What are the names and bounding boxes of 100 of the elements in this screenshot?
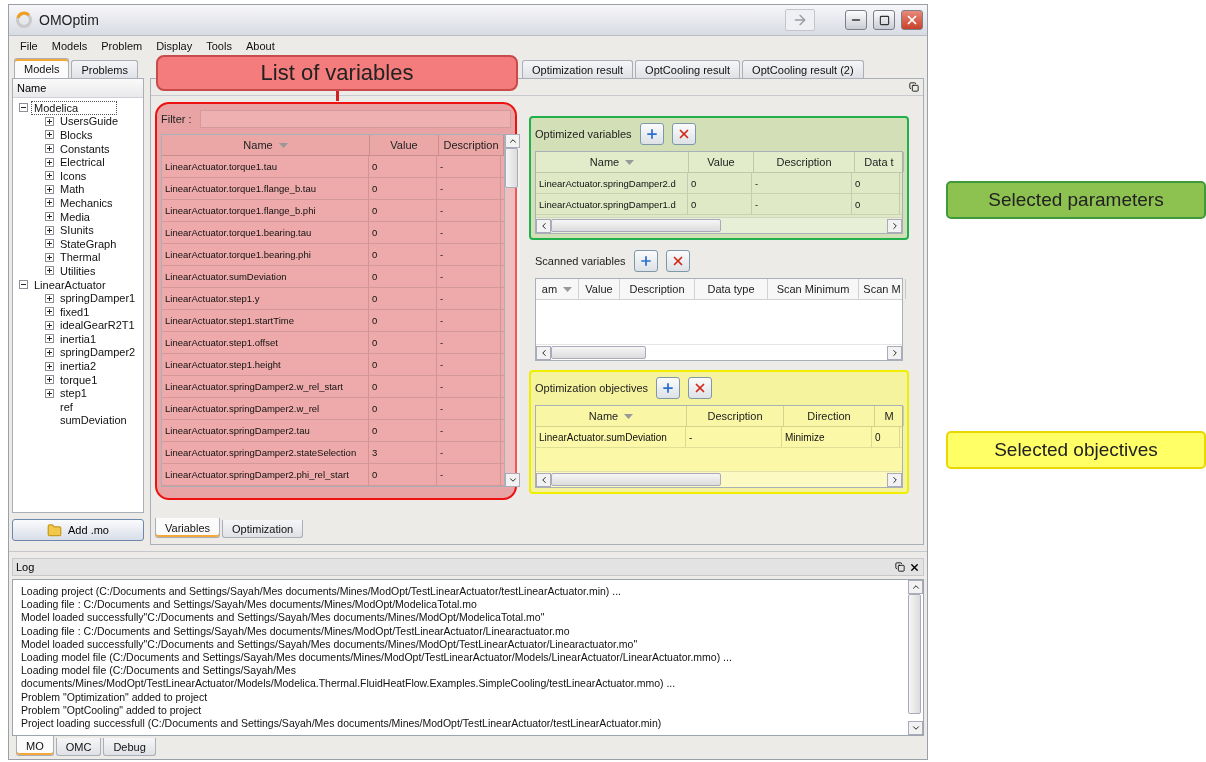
column-header[interactable]: Description — [687, 406, 784, 426]
tree-item[interactable]: Constants — [58, 142, 112, 155]
tab[interactable]: Optimization — [222, 520, 304, 538]
tree-item[interactable]: springDamper1 — [58, 292, 138, 305]
collapse-icon[interactable] — [19, 103, 28, 113]
column-header[interactable]: Value — [689, 152, 754, 172]
tab[interactable]: OMC — [55, 738, 102, 756]
expand-icon[interactable] — [45, 375, 54, 385]
tree-item[interactable]: Media — [58, 210, 92, 223]
scrollbar-thumb[interactable] — [505, 148, 518, 188]
menu-item[interactable]: About — [238, 40, 282, 52]
remove-button[interactable] — [688, 377, 713, 399]
tree-item[interactable]: StateGraph — [58, 237, 119, 250]
scroll-up-button[interactable] — [505, 134, 520, 148]
column-header[interactable]: am — [536, 279, 579, 299]
tree-item[interactable]: Icons — [58, 169, 89, 182]
expand-icon[interactable] — [45, 184, 54, 194]
tree-item[interactable]: idealGearR2T1 — [58, 319, 137, 332]
filter-input[interactable] — [199, 110, 511, 128]
column-header[interactable]: Description — [754, 152, 855, 172]
menu-item[interactable]: Models — [44, 40, 95, 52]
add-button[interactable] — [639, 123, 664, 145]
expand-icon[interactable] — [45, 116, 54, 126]
scroll-left-button[interactable] — [536, 345, 551, 360]
tree-item[interactable]: Electrical — [58, 156, 107, 169]
menu-item[interactable]: Tools — [199, 40, 239, 52]
expand-icon[interactable] — [45, 252, 54, 262]
tree-item[interactable]: Blocks — [58, 129, 95, 141]
scrollbar-thumb[interactable] — [908, 594, 921, 714]
tree-item[interactable]: sumDeviation — [58, 414, 129, 427]
scrollbar-thumb[interactable] — [551, 219, 721, 232]
expand-icon[interactable] — [45, 198, 54, 208]
expand-icon[interactable] — [45, 361, 54, 371]
tab[interactable]: OptCooling result (2) — [742, 60, 864, 78]
tree-item[interactable]: step1 — [58, 387, 89, 400]
tree-item[interactable]: Modelica — [32, 101, 116, 114]
tab[interactable]: Optimization result — [522, 60, 634, 78]
expand-icon[interactable] — [45, 293, 54, 303]
tree-item[interactable]: fixed1 — [58, 305, 92, 318]
column-header[interactable]: Data type — [695, 279, 768, 299]
tree-item[interactable]: SIunits — [58, 224, 96, 237]
column-header[interactable]: Scan M — [859, 279, 906, 299]
column-header[interactable]: Description — [620, 279, 695, 299]
tab[interactable]: Variables — [155, 518, 221, 538]
tree-item[interactable]: ref — [58, 400, 75, 413]
scrollbar-thumb[interactable] — [551, 346, 646, 359]
column-header[interactable]: Data t — [855, 152, 904, 172]
scroll-left-button[interactable] — [536, 218, 551, 233]
tab[interactable]: Problems — [71, 60, 138, 78]
expand-icon[interactable] — [45, 348, 54, 357]
tree-item[interactable]: UsersGuide — [58, 115, 121, 128]
expand-icon[interactable] — [45, 320, 54, 330]
menu-item[interactable]: Problem — [94, 40, 150, 52]
column-header[interactable]: Value — [370, 135, 439, 155]
expand-icon[interactable] — [45, 144, 54, 154]
tree-item[interactable]: Math — [58, 183, 87, 196]
tree-item[interactable]: Thermal — [58, 251, 103, 264]
tab[interactable]: Models — [14, 58, 70, 78]
column-header[interactable]: Scan Minimum — [768, 279, 859, 299]
scrollbar-thumb[interactable] — [551, 473, 721, 486]
scroll-up-button[interactable] — [908, 580, 923, 594]
restore-icon[interactable] — [895, 562, 905, 572]
tab[interactable]: Debug — [103, 738, 156, 756]
column-header[interactable]: Name — [536, 406, 687, 426]
tree-item[interactable]: Utilities — [58, 264, 98, 277]
maximize-button[interactable] — [873, 10, 895, 30]
column-header[interactable]: Name — [162, 135, 370, 155]
remove-button[interactable] — [671, 123, 696, 145]
scroll-left-button[interactable] — [536, 472, 551, 487]
column-header[interactable]: Value — [579, 279, 620, 299]
tab[interactable]: MO — [16, 736, 54, 756]
column-header[interactable]: Name — [536, 152, 689, 172]
expand-icon[interactable] — [45, 225, 54, 235]
remove-button[interactable] — [665, 250, 690, 272]
close-button[interactable] — [901, 10, 923, 30]
tree-item[interactable]: torque1 — [58, 373, 100, 386]
tree-item[interactable]: Mechanics — [58, 196, 115, 209]
expand-icon[interactable] — [45, 212, 54, 222]
add-button[interactable] — [633, 250, 658, 272]
tree-item[interactable]: inertia2 — [58, 360, 99, 373]
minimize-button[interactable] — [845, 10, 867, 30]
restore-icon[interactable] — [909, 82, 919, 92]
add-button[interactable] — [656, 377, 681, 399]
collapse-icon[interactable] — [19, 280, 28, 289]
expand-icon[interactable] — [45, 171, 54, 181]
add-model-button[interactable]: Add .mo — [12, 519, 144, 541]
expand-icon[interactable] — [45, 266, 54, 276]
close-icon[interactable] — [909, 561, 920, 573]
expand-icon[interactable] — [45, 157, 54, 167]
expand-icon[interactable] — [45, 239, 54, 249]
menu-item[interactable]: Display — [149, 40, 200, 52]
tree-item[interactable]: springDamper2 — [58, 346, 138, 359]
expand-icon[interactable] — [45, 307, 54, 317]
column-header[interactable]: Direction — [784, 406, 875, 426]
scroll-right-button[interactable] — [887, 472, 902, 487]
expand-icon[interactable] — [45, 130, 54, 140]
menu-item[interactable]: File — [13, 40, 45, 52]
scroll-right-button[interactable] — [887, 345, 902, 360]
expand-icon[interactable] — [45, 388, 54, 398]
tab[interactable]: OptCooling result — [635, 60, 741, 78]
